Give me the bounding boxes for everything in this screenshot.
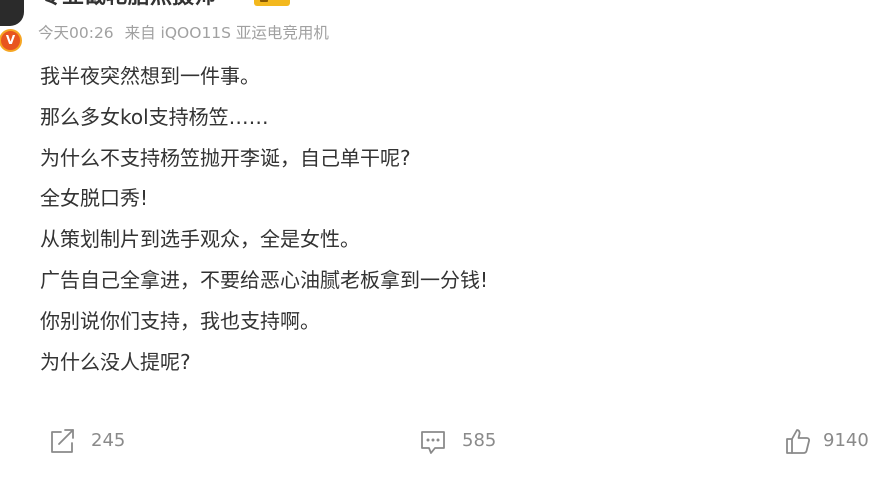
post-line: 你别说你们支持，我也支持啊。 (40, 308, 320, 333)
post-line: 为什么不支持杨笠抛开李诞，自己单干呢? (40, 145, 411, 170)
comment-button[interactable]: 585 (418, 425, 496, 457)
author-name[interactable]: 专业截轮胎照摄师 (40, 0, 216, 10)
comment-icon (418, 426, 448, 456)
post-time[interactable]: 今天00:26 (38, 24, 114, 42)
repost-button[interactable]: 245 (47, 425, 125, 457)
post-line: 广告自己全拿进，不要给恶心油腻老板拿到一分钱! (40, 267, 489, 292)
comment-count: 585 (462, 430, 497, 451)
post-source: 来自 iQOO11S 亚运电竞用机 (124, 24, 329, 42)
repost-icon (47, 426, 77, 456)
post-line: 从策划制片到选手观众，全是女性。 (40, 227, 360, 252)
like-button[interactable]: 9140 (783, 425, 869, 457)
post-text: 我半夜突然想到一件事。 那么多女kol支持杨笠…… 为什么不支持杨笠抛开李诞，自… (40, 56, 860, 382)
like-count: 9140 (823, 430, 869, 451)
post-meta: 今天00:26 来自 iQOO11S 亚运电竞用机 (38, 22, 335, 44)
post-line: 我半夜突然想到一件事。 (40, 64, 260, 88)
repost-count: 245 (91, 430, 126, 451)
weibo-post-card: V 专业截轮胎照摄师 今天00:26 来自 iQOO11S 亚运电竞用机 我半夜… (0, 0, 888, 478)
avatar[interactable] (0, 0, 24, 26)
verified-badge-icon: V (0, 29, 22, 52)
thumbs-up-icon (783, 426, 813, 456)
post-line: 全女脱口秀! (40, 186, 149, 211)
post-line: 为什么没人提呢? (40, 349, 191, 374)
level-badge-icon (254, 0, 290, 6)
post-line: 那么多女kol支持杨笠…… (40, 104, 269, 129)
